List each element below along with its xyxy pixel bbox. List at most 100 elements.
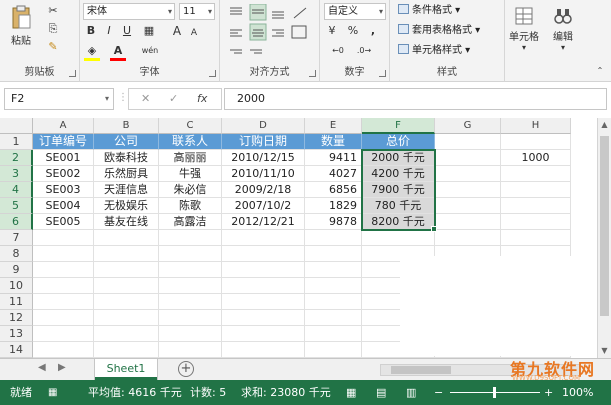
cell-e12[interactable]: [305, 310, 362, 326]
cell-c4[interactable]: 朱必信: [159, 182, 222, 198]
zoom-slider-knob[interactable]: [493, 387, 496, 398]
column-header-f[interactable]: F: [362, 118, 435, 134]
editing-button[interactable]: 编辑 ▾: [543, 6, 583, 52]
page-break-icon[interactable]: ▥: [406, 380, 416, 405]
cell-e11[interactable]: [305, 294, 362, 310]
row-header-12[interactable]: 12: [0, 310, 33, 326]
row-header-7[interactable]: 7: [0, 230, 33, 246]
cell-d2[interactable]: 2010/12/15: [222, 150, 305, 166]
cell-d10[interactable]: [222, 278, 305, 294]
column-header-e[interactable]: E: [305, 118, 362, 134]
fill-handle[interactable]: [431, 226, 437, 232]
cell-h4[interactable]: [501, 182, 571, 198]
cell-g3[interactable]: [435, 166, 501, 182]
cell-c10[interactable]: [159, 278, 222, 294]
phonetic-button[interactable]: wén: [140, 44, 160, 58]
cell-b12[interactable]: [94, 310, 159, 326]
cell-e6[interactable]: 9878: [305, 214, 362, 230]
cell-g2[interactable]: [435, 150, 501, 166]
cut-icon[interactable]: ✂: [46, 4, 60, 18]
collapse-ribbon-icon[interactable]: ⌃: [594, 64, 606, 78]
number-launcher-icon[interactable]: [379, 70, 386, 77]
cell-e13[interactable]: [305, 326, 362, 342]
cell-c12[interactable]: [159, 310, 222, 326]
cell-c3[interactable]: 牛强: [159, 166, 222, 182]
page-layout-icon[interactable]: ▤: [376, 380, 386, 405]
column-header-b[interactable]: B: [94, 118, 159, 134]
cell-f7[interactable]: [362, 230, 435, 246]
cell-e4[interactable]: 6856: [305, 182, 362, 198]
insert-function-button[interactable]: fx: [197, 89, 207, 109]
cell-c9[interactable]: [159, 262, 222, 278]
row-header-10[interactable]: 10: [0, 278, 33, 294]
cancel-icon[interactable]: ✕: [141, 89, 150, 109]
font-color-button[interactable]: A: [110, 44, 126, 61]
row-header-3[interactable]: 3: [0, 166, 33, 182]
row-header-4[interactable]: 4: [0, 182, 33, 198]
cell-d14[interactable]: [222, 342, 305, 358]
select-all-corner[interactable]: [0, 118, 33, 134]
column-header-a[interactable]: A: [33, 118, 94, 134]
cell-b6[interactable]: 基友在线: [94, 214, 159, 230]
cell-e8[interactable]: [305, 246, 362, 262]
cell-b10[interactable]: [94, 278, 159, 294]
cell-a3[interactable]: SE002: [33, 166, 94, 182]
cell-d3[interactable]: 2010/11/10: [222, 166, 305, 182]
border-icon[interactable]: ▦: [142, 24, 156, 38]
cell-b5[interactable]: 无极娱乐: [94, 198, 159, 214]
cell-d9[interactable]: [222, 262, 305, 278]
add-sheet-button[interactable]: +: [178, 361, 194, 377]
name-box[interactable]: F2 ▾: [4, 88, 114, 110]
row-header-2[interactable]: 2: [0, 150, 33, 166]
cell-d4[interactable]: 2009/2/18: [222, 182, 305, 198]
normal-view-icon[interactable]: ▦: [346, 380, 356, 405]
cell-e7[interactable]: [305, 230, 362, 246]
zoom-out-icon[interactable]: −: [434, 380, 443, 405]
cell-h1[interactable]: [501, 134, 571, 150]
cell-d1[interactable]: 订购日期: [222, 134, 305, 150]
next-sheet-icon[interactable]: ▶: [58, 362, 66, 373]
cell-h7[interactable]: [501, 230, 571, 246]
cell-d7[interactable]: [222, 230, 305, 246]
cell-b4[interactable]: 天涯信息: [94, 182, 159, 198]
fill-color-icon[interactable]: ◈: [84, 44, 100, 61]
row-header-9[interactable]: 9: [0, 262, 33, 278]
column-header-d[interactable]: D: [222, 118, 305, 134]
cell-c14[interactable]: [159, 342, 222, 358]
format-as-table-button[interactable]: 套用表格格式 ▾: [398, 24, 480, 38]
scroll-down-icon[interactable]: ▼: [598, 344, 611, 358]
shrink-font-button[interactable]: A: [188, 26, 200, 40]
scroll-up-icon[interactable]: ▲: [598, 118, 611, 132]
number-format-select[interactable]: 自定义 ▾: [324, 3, 386, 20]
increase-decimal-icon[interactable]: ←0: [328, 44, 348, 58]
cell-e9[interactable]: [305, 262, 362, 278]
cell-c1[interactable]: 联系人: [159, 134, 222, 150]
scroll-thumb[interactable]: [600, 136, 609, 316]
cell-d6[interactable]: 2012/12/21: [222, 214, 305, 230]
comma-button[interactable]: ,: [366, 24, 380, 38]
cell-b9[interactable]: [94, 262, 159, 278]
zoom-in-icon[interactable]: +: [544, 380, 553, 405]
cell-h5[interactable]: [501, 198, 571, 214]
cell-g4[interactable]: [435, 182, 501, 198]
formula-input[interactable]: 2000: [224, 88, 607, 110]
cell-h2[interactable]: 1000: [501, 150, 571, 166]
cell-a7[interactable]: [33, 230, 94, 246]
cell-c8[interactable]: [159, 246, 222, 262]
cell-f4[interactable]: 7900 千元: [362, 182, 435, 198]
cell-h3[interactable]: [501, 166, 571, 182]
cell-e10[interactable]: [305, 278, 362, 294]
cell-a14[interactable]: [33, 342, 94, 358]
cell-f5[interactable]: 780 千元: [362, 198, 435, 214]
cell-d12[interactable]: [222, 310, 305, 326]
cell-a1[interactable]: 订单编号: [33, 134, 94, 150]
cell-g7[interactable]: [435, 230, 501, 246]
cell-a9[interactable]: [33, 262, 94, 278]
cell-c6[interactable]: 高露洁: [159, 214, 222, 230]
cells-group[interactable]: 单元格 ▾: [505, 0, 543, 82]
format-painter-icon[interactable]: ✎: [46, 40, 60, 54]
cell-f1[interactable]: 总价: [362, 134, 435, 150]
clipboard-launcher-icon[interactable]: [69, 70, 76, 77]
tab-sheet1[interactable]: Sheet1: [95, 359, 157, 380]
cells-button[interactable]: 单元格 ▾: [505, 6, 543, 52]
